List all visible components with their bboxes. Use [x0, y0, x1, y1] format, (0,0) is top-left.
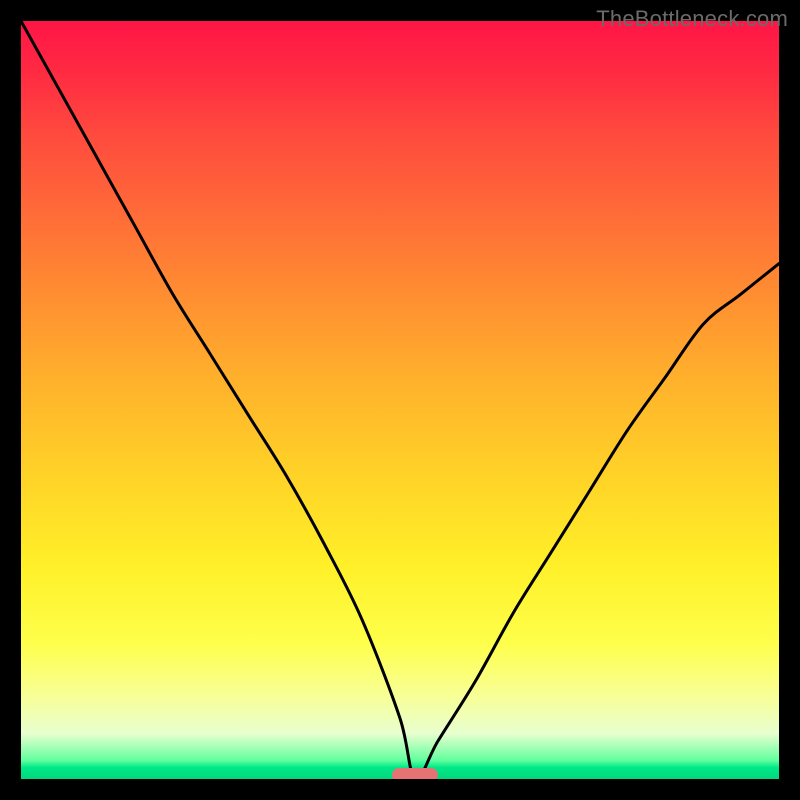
- optimum-marker: [392, 768, 438, 779]
- watermark-label: TheBottleneck.com: [596, 6, 788, 32]
- bottleneck-curve: [21, 21, 779, 779]
- chart-frame: TheBottleneck.com: [0, 0, 800, 800]
- plot-area: [21, 21, 779, 779]
- curve-path: [21, 21, 779, 779]
